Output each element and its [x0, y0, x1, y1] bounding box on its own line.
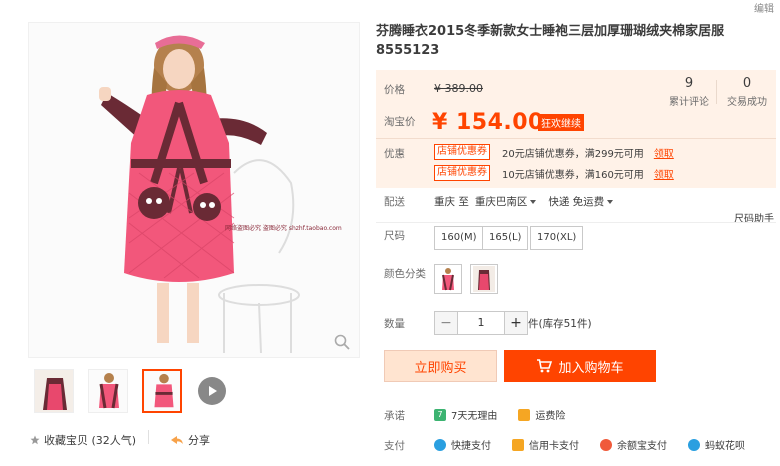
coupon-label: 优惠	[384, 148, 405, 160]
quantity-increase-button[interactable]: +	[504, 311, 528, 335]
share-button[interactable]: 分享	[170, 432, 210, 448]
promise-label: 承诺	[384, 410, 405, 422]
payment-yuebao[interactable]: 余额宝支付	[600, 437, 667, 452]
buy-now-button[interactable]: 立即购买	[384, 350, 497, 382]
main-product-image[interactable]: 网络盗图必究 盗图必究 shzhf.taobao.com	[28, 22, 360, 358]
quantity-decrease-button[interactable]: −	[434, 311, 458, 335]
add-to-cart-button[interactable]: 加入购物车	[504, 350, 656, 382]
payment-list: 快捷支付 信用卡支付 余额宝支付 蚂蚁花呗	[434, 437, 761, 452]
color-swatch-1[interactable]	[434, 264, 462, 294]
cart-icon	[537, 359, 553, 373]
coupon-get-link[interactable]: 领取	[654, 145, 674, 160]
promo-badge: 狂欢继续	[538, 114, 584, 131]
stat-divider	[716, 80, 717, 104]
section-divider	[376, 222, 776, 223]
quantity-input[interactable]: 1	[458, 311, 504, 335]
thumbnail-3-selected[interactable]	[142, 369, 182, 413]
thumbnail-2[interactable]	[88, 369, 128, 413]
color-label: 颜色分类	[384, 268, 426, 280]
yuebao-icon	[600, 438, 612, 451]
size-option-170[interactable]: 170(XL)	[530, 226, 584, 250]
video-play-button[interactable]	[198, 377, 226, 405]
quantity-row: 数量 − 1 + 件(库存51件)	[376, 311, 776, 335]
sales-count-stat: 0 交易成功	[722, 76, 772, 108]
star-icon	[30, 435, 40, 445]
payment-label: 支付	[384, 440, 405, 452]
add-to-cart-label: 加入购物车	[558, 360, 624, 376]
delivery-from: 重庆 至	[434, 196, 469, 208]
price-panel: 价格 ¥ 389.00 9 累计评论 0 交易成功 淘宝价 ¥ 154.00 狂…	[376, 70, 776, 188]
huabei-icon	[688, 438, 700, 451]
product-page: 编辑 网络盗图必究 盗图必究 shzhf.taobao.com 收藏宝贝 (32…	[0, 0, 780, 466]
promo-price: ¥ 154.00	[432, 110, 544, 135]
thumbnail-strip	[28, 368, 226, 414]
promise-list: 7 7天无理由 运费险	[434, 407, 581, 422]
size-row: 尺码 160(M) 165(L) 170(XL)	[376, 226, 776, 250]
share-label: 分享	[188, 434, 210, 447]
coupon-get-link[interactable]: 领取	[654, 166, 674, 181]
edit-link[interactable]: 编辑	[754, 0, 774, 15]
caret-down-icon	[607, 200, 614, 204]
review-count-stat[interactable]: 9 累计评论	[666, 76, 712, 108]
zoom-icon[interactable]	[333, 333, 351, 351]
quick-pay-icon	[434, 438, 446, 451]
play-icon	[209, 386, 217, 396]
sales-count-label: 交易成功	[727, 97, 767, 108]
product-photo	[29, 23, 359, 357]
seven-day-icon: 7	[434, 408, 446, 421]
promo-price-label: 淘宝价	[384, 116, 416, 128]
collect-label: 收藏宝贝 (32人气)	[44, 434, 137, 447]
delivery-to-select[interactable]: 重庆巴南区	[475, 194, 537, 209]
quantity-label: 数量	[384, 318, 405, 330]
payment-quick[interactable]: 快捷支付	[434, 437, 491, 452]
payment-credit-card[interactable]: 信用卡支付	[512, 437, 579, 452]
promise-7day[interactable]: 7 7天无理由	[434, 407, 497, 422]
coupon-text: 20元店铺优惠券，满299元可用	[502, 148, 644, 160]
promise-freight-insurance[interactable]: 运费险	[518, 407, 565, 422]
stock-info: 件(库存51件)	[528, 318, 592, 330]
original-price: ¥ 389.00	[434, 82, 483, 95]
review-count: 9	[684, 76, 694, 91]
insurance-icon	[518, 408, 531, 421]
size-label: 尺码	[384, 230, 405, 242]
divider	[148, 430, 149, 444]
size-option-165[interactable]: 165(L)	[482, 226, 529, 250]
size-option-160[interactable]: 160(M)	[434, 226, 484, 250]
delivery-label: 配送	[384, 196, 405, 208]
price-divider	[376, 138, 776, 139]
payment-huabei[interactable]: 蚂蚁花呗	[688, 437, 745, 452]
collect-button[interactable]: 收藏宝贝 (32人气)	[30, 432, 136, 448]
credit-card-icon	[512, 438, 524, 451]
image-watermark: 网络盗图必究 盗图必究 shzhf.taobao.com	[225, 225, 342, 232]
coupon-row-1: 店铺优惠券 20元店铺优惠券，满299元可用 领取	[434, 144, 674, 160]
product-title: 芬腾睡衣2015冬季新款女士睡袍三层加厚珊瑚绒夹棉家居服 8555123	[376, 24, 725, 58]
color-row: 颜色分类	[376, 264, 776, 294]
coupon-row-2: 店铺优惠券 10元店铺优惠券，满160元可用 领取	[434, 165, 674, 181]
coupon-tag: 店铺优惠券	[434, 165, 490, 181]
caret-down-icon	[530, 200, 537, 204]
quantity-stepper: − 1 +	[434, 311, 528, 335]
delivery-row: 配送 重庆 至 重庆巴南区 快递 免运费	[376, 194, 776, 210]
original-price-label: 价格	[384, 84, 405, 96]
thumbnail-1[interactable]	[34, 369, 74, 413]
buy-now-label: 立即购买	[414, 360, 467, 376]
color-swatch-2[interactable]	[470, 264, 498, 294]
share-icon	[171, 436, 183, 444]
review-count-label: 累计评论	[669, 97, 709, 108]
coupon-tag: 店铺优惠券	[434, 144, 490, 160]
delivery-method-select[interactable]: 快递 免运费	[548, 194, 614, 209]
coupon-text: 10元店铺优惠券，满160元可用	[502, 169, 644, 181]
sales-count: 0	[742, 76, 752, 91]
delivery-info: 重庆 至 重庆巴南区 快递 免运费	[434, 194, 614, 209]
